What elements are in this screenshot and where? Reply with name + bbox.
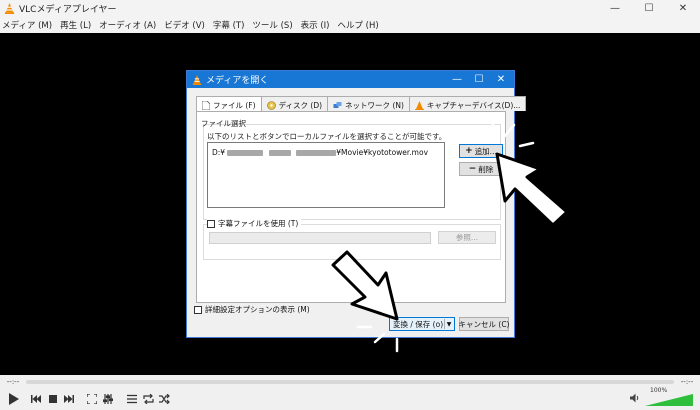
menu-help[interactable]: ヘルプ (H) [337,19,378,31]
volume-icon[interactable] [630,393,640,406]
shuffle-icon [158,394,170,404]
capture-device-icon [414,100,424,110]
menu-video[interactable]: ビデオ (V) [164,19,205,31]
next-icon [64,395,74,403]
remove-button[interactable]: − 削除 [459,162,503,176]
add-button[interactable]: + 追加... [459,144,503,158]
remaining-time: --:-- [680,377,694,386]
maximize-button[interactable]: ☐ [632,0,666,17]
control-bar: 100% [0,387,700,410]
file-icon [202,101,210,110]
dialog-close-button[interactable]: ✕ [490,74,512,85]
cancel-button-label: キャンセル (C) [458,319,510,329]
file-selection-legend: ファイル選択 [201,119,246,128]
stop-icon [49,395,57,403]
vlc-cone-icon [192,74,202,85]
dialog-tabs: ファイル (F) ディスク (D) ネットワーク (N) キャプチャーデバイス(… [196,96,527,112]
tab-file-label: ファイル (F) [213,101,256,110]
tab-file[interactable]: ファイル (F) [196,96,262,112]
dialog-title: メディアを開く [206,76,269,86]
fullscreen-button[interactable] [84,391,100,407]
browse-button: 参照... [438,231,496,244]
file-list-item[interactable]: D:¥ ¥Movie¥kyototower.mov [212,148,428,157]
show-options-checkbox[interactable]: 詳細設定オプションの表示 (M) [194,304,310,315]
tab-disc-label: ディスク (D) [278,100,323,110]
file-tab-panel: ファイル選択 以下のリストとボタンでローカルファイルを選択することが可能です。 … [196,111,506,303]
window-title: VLCメディアプレイヤー [19,5,117,15]
previous-icon [31,395,41,403]
menu-view[interactable]: 表示 (I) [301,19,330,31]
window-controls: — ☐ ✕ [598,0,700,17]
file-path-name: ¥Movie¥kyototower.mov [336,148,429,157]
volume-percent: 100% [650,387,668,394]
menu-tools[interactable]: ツール (S) [252,19,292,31]
convert-save-button[interactable]: 変換 / 保存 (o) ▼ [389,317,455,331]
menu-media[interactable]: メディア (M) [2,19,52,31]
loop-button[interactable] [140,391,156,407]
subtitle-path-field [209,232,431,244]
menu-audio[interactable]: オーディオ (A) [99,19,156,31]
tab-capture-device-label: キャプチャーデバイス(D)... [426,100,521,110]
elapsed-time: --:-- [6,377,20,386]
file-path-drive: D:¥ [212,148,226,157]
minimize-button[interactable]: — [598,0,632,17]
tab-network[interactable]: ネットワーク (N) [327,96,410,111]
browse-button-label: 参照... [455,233,479,242]
network-icon [333,101,342,108]
use-subtitle-label: 字幕ファイルを使用 (T) [218,219,299,228]
playlist-button[interactable] [124,391,140,407]
redacted-path-segment [268,150,291,156]
show-options-label: 詳細設定オプションの表示 (M) [205,305,310,314]
redacted-path-segment [227,150,264,156]
extended-settings-button[interactable] [100,391,116,407]
fullscreen-icon [87,394,97,404]
volume-slider[interactable] [645,392,693,406]
previous-button[interactable] [28,391,44,407]
add-button-label: 追加... [474,146,497,156]
convert-save-label: 変換 / 保存 (o) [393,319,444,329]
shuffle-button[interactable] [156,391,172,407]
redacted-path-segment [296,150,337,156]
dialog-minimize-button[interactable]: — [446,74,468,85]
use-subtitle-checkbox[interactable]: 字幕ファイルを使用 (T) [207,218,302,229]
title-bar: VLCメディアプレイヤー — ☐ ✕ [0,0,700,17]
remove-button-label: 削除 [478,164,494,174]
playlist-icon [127,394,137,404]
chevron-down-icon[interactable]: ▼ [444,319,453,329]
stop-button[interactable] [45,391,61,407]
loop-icon [142,394,154,404]
tab-disc[interactable]: ディスク (D) [260,96,329,111]
vlc-cone-icon [4,3,15,14]
close-button[interactable]: ✕ [666,0,700,17]
plus-icon: + [465,146,473,156]
play-icon [8,393,19,405]
seek-row: --:-- --:-- [0,375,700,388]
dialog-window-controls: — ☐ ✕ [446,71,512,88]
checkbox-box [207,219,215,228]
open-media-dialog: メディアを開く — ☐ ✕ ファイル (F) ディスク (D) ネットワーク (… [186,70,527,338]
next-button[interactable] [61,391,77,407]
disc-icon [266,100,276,110]
cancel-button[interactable]: キャンセル (C) [458,317,510,331]
play-button[interactable] [3,391,23,407]
extended-settings-icon [103,394,113,404]
file-selection-description: 以下のリストとボタンでローカルファイルを選択することが可能です。 [207,132,447,141]
minus-icon: − [468,164,477,174]
seek-bar[interactable] [26,379,674,384]
checkbox-box [194,305,202,314]
menu-bar: メディア (M) 再生 (L) オーディオ (A) ビデオ (V) 字幕 (T)… [0,17,700,33]
tab-network-label: ネットワーク (N) [345,100,404,110]
menu-playback[interactable]: 再生 (L) [60,19,91,31]
menu-subtitle[interactable]: 字幕 (T) [213,19,245,31]
file-list[interactable]: D:¥ ¥Movie¥kyototower.mov [207,142,445,208]
dialog-maximize-button[interactable]: ☐ [468,74,490,85]
tab-capture-device[interactable]: キャプチャーデバイス(D)... [408,96,527,111]
dialog-title-bar: メディアを開く — ☐ ✕ [187,71,514,88]
